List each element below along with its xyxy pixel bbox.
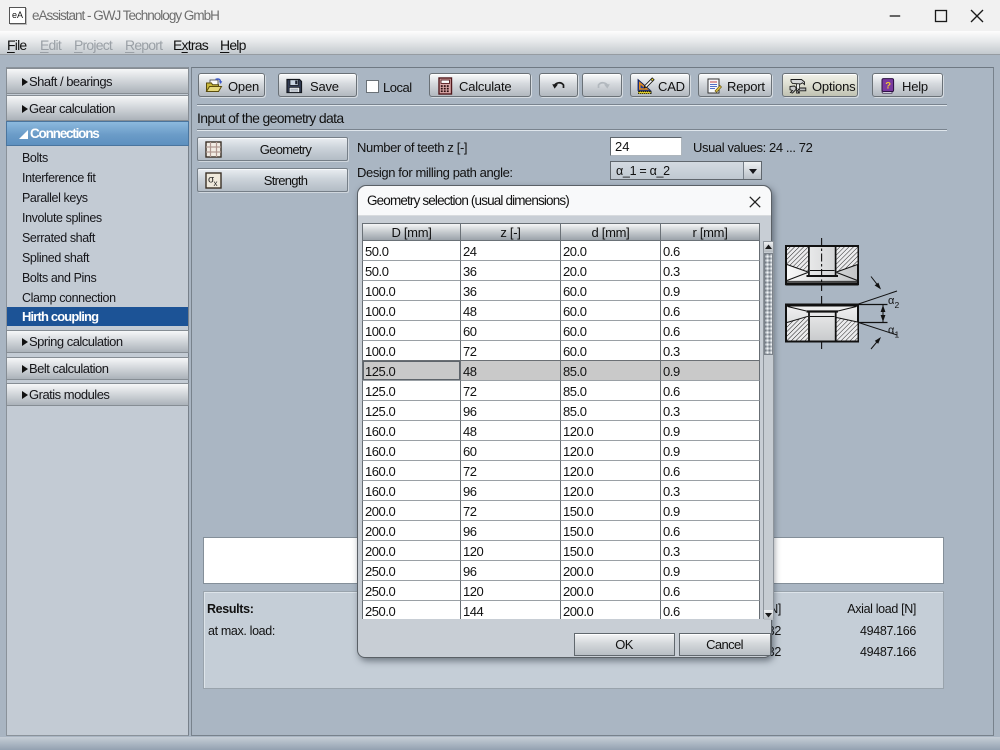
svg-text:1: 1: [895, 330, 900, 340]
svg-text:?: ?: [885, 81, 891, 92]
svg-text:2: 2: [895, 300, 900, 310]
